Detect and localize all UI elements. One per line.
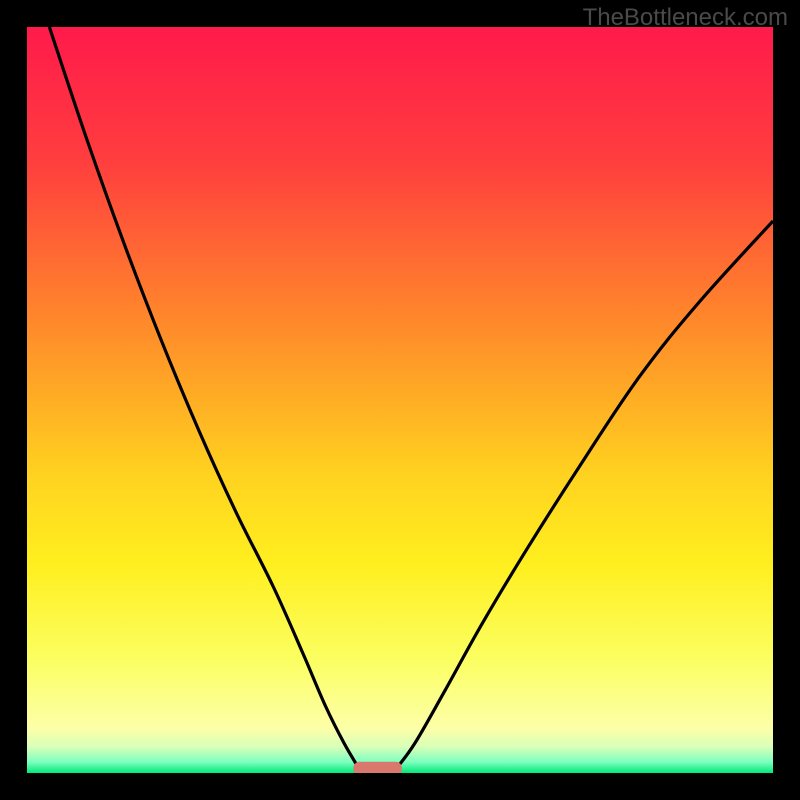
plot-area: [27, 27, 773, 773]
gradient-background: [27, 27, 773, 773]
chart-frame: TheBottleneck.com: [0, 0, 800, 800]
bottleneck-marker: [353, 762, 401, 773]
chart-svg: [27, 27, 773, 773]
